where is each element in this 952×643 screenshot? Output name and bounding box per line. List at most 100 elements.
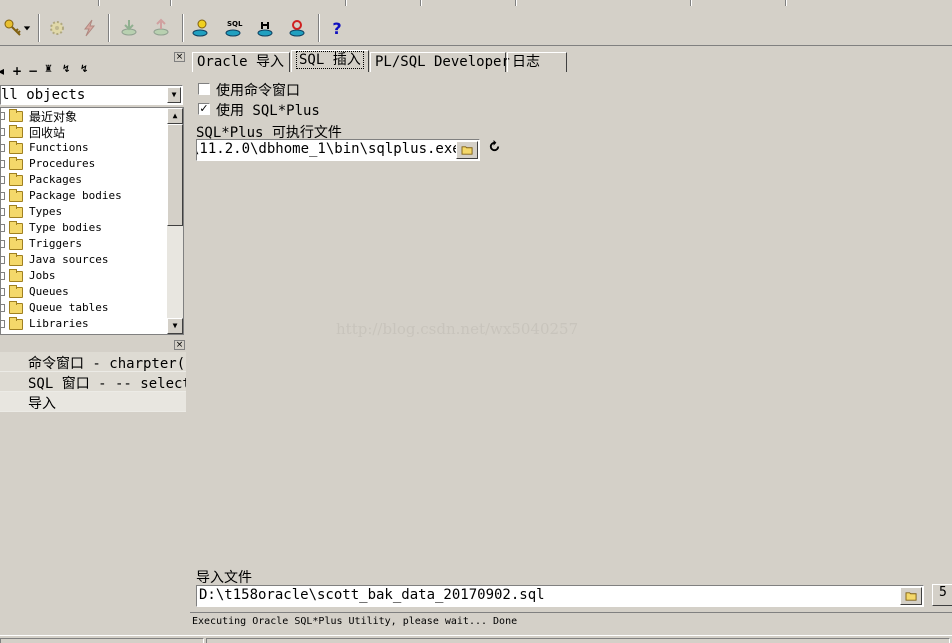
- expand-icon[interactable]: [1, 208, 5, 216]
- use-command-window-checkbox[interactable]: [198, 83, 210, 95]
- expand-icon[interactable]: [1, 192, 5, 200]
- user-icon[interactable]: [188, 15, 214, 41]
- window-list-item-label: 命令窗口 - charpter(: [28, 356, 186, 372]
- object-filter-value: ll objects: [1, 87, 86, 103]
- open-folder-icon[interactable]: [456, 141, 478, 159]
- import-file-field[interactable]: D:\t158oracle\scott_bak_data_20170902.sq…: [196, 585, 924, 607]
- object-browser-panel: × ◂ + − ♜ ↯ ↯ ll objects ▼ 最近对象回收站 Functi…: [0, 50, 186, 635]
- close-icon[interactable]: ×: [174, 52, 185, 62]
- find-icon[interactable]: ♜: [44, 64, 53, 75]
- tree-item[interactable]: Libraries: [1, 316, 169, 332]
- close-icon[interactable]: ×: [174, 340, 185, 350]
- import-tables-icon[interactable]: [116, 15, 142, 41]
- tree-item-label: Procedures: [29, 157, 96, 170]
- folder-icon: [9, 237, 23, 250]
- expand-icon[interactable]: [1, 304, 5, 312]
- tree-item[interactable]: Functions: [1, 140, 169, 156]
- use-sqlplus-label: 使用 SQL*Plus: [216, 103, 320, 119]
- folder-icon: [9, 157, 23, 170]
- expand-icon[interactable]: [1, 128, 5, 136]
- tab-sql-insert[interactable]: SQL 插入: [291, 50, 369, 72]
- tree-item-label: Package bodies: [29, 189, 122, 202]
- expand-icon[interactable]: [1, 144, 5, 152]
- expand-icon[interactable]: [1, 160, 5, 168]
- tree-item-label: Queue tables: [29, 301, 109, 314]
- folder-icon: [9, 317, 23, 330]
- folder-icon: [9, 141, 23, 154]
- filter-icon[interactable]: ↯: [62, 64, 70, 75]
- expand-icon[interactable]: [1, 288, 5, 296]
- scroll-thumb[interactable]: [167, 124, 183, 226]
- tree-item-label: Type bodies: [29, 221, 102, 234]
- tree-item[interactable]: Package bodies: [1, 188, 169, 204]
- use-sqlplus-checkbox[interactable]: ✓: [198, 103, 210, 115]
- sqlplus-exe-field[interactable]: \11.2.0\dbhome_1\bin\sqlplus.exe: [196, 139, 480, 161]
- status-text: Executing Oracle SQL*Plus Utility, pleas…: [190, 612, 952, 630]
- use-command-window-label: 使用命令窗口: [216, 83, 300, 99]
- tree-item-label: Libraries: [29, 317, 89, 330]
- import-file-value: D:\t158oracle\scott_bak_data_20170902.sq…: [199, 587, 545, 603]
- import-panel: Oracle 导入 SQL 插入 PL/SQL Developer 日志 使用命…: [190, 50, 952, 635]
- expand-icon[interactable]: [1, 176, 5, 184]
- tree-item[interactable]: 最近对象: [1, 108, 169, 124]
- tab-plsql-developer[interactable]: PL/SQL Developer: [370, 52, 510, 72]
- expand-icon[interactable]: [1, 256, 5, 264]
- gear-icon[interactable]: [44, 15, 70, 41]
- tree-item-label: Jobs: [29, 269, 56, 282]
- tree-item-label: Functions: [29, 141, 89, 154]
- folder-icon: [9, 221, 23, 234]
- export-tables-icon[interactable]: [148, 15, 174, 41]
- db-refresh-icon[interactable]: [284, 15, 310, 41]
- remove-icon[interactable]: −: [28, 64, 38, 78]
- tree-item-label: Java sources: [29, 253, 109, 266]
- object-filter-select[interactable]: ll objects ▼: [0, 85, 183, 105]
- tab-label: 日志: [512, 54, 540, 70]
- tree-item[interactable]: Queue tables: [1, 300, 169, 316]
- tab-label: PL/SQL Developer: [375, 54, 510, 70]
- folder-icon: [9, 285, 23, 298]
- sql-db-icon[interactable]: SQL: [220, 15, 246, 41]
- open-folder-icon[interactable]: [900, 587, 922, 605]
- tree-item[interactable]: Queues: [1, 284, 169, 300]
- add-icon[interactable]: +: [12, 64, 22, 78]
- expand-icon[interactable]: [1, 224, 5, 232]
- folder-icon: [9, 109, 23, 122]
- expand-icon[interactable]: [1, 112, 5, 120]
- scroll-up-icon[interactable]: ▲: [167, 108, 183, 124]
- help-icon[interactable]: ?: [324, 15, 350, 41]
- tab-log[interactable]: 日志: [507, 52, 567, 72]
- tree-item[interactable]: 回收站: [1, 124, 169, 140]
- window-list-item[interactable]: 命令窗口 - charpter(: [0, 352, 186, 372]
- expand-icon[interactable]: [1, 272, 5, 280]
- import-button[interactable]: 5: [932, 584, 952, 606]
- window-list-item[interactable]: SQL 窗口 - -- select: [0, 372, 186, 392]
- tree-scrollbar[interactable]: ▲ ▼: [167, 108, 183, 334]
- tree-item[interactable]: Jobs: [1, 268, 169, 284]
- chevron-down-icon[interactable]: ▼: [167, 87, 181, 103]
- tree-item-label: Queues: [29, 285, 69, 298]
- tree-item[interactable]: Packages: [1, 172, 169, 188]
- arrow-icon[interactable]: ◂: [0, 64, 4, 78]
- window-list-item[interactable]: 导入: [0, 392, 186, 412]
- reload-icon[interactable]: [488, 140, 502, 156]
- tree-item[interactable]: Types: [1, 204, 169, 220]
- tab-oracle-import[interactable]: Oracle 导入: [192, 52, 290, 72]
- lightning-icon[interactable]: [76, 15, 102, 41]
- tree-item[interactable]: Java sources: [1, 252, 169, 268]
- tree-item[interactable]: Procedures: [1, 156, 169, 172]
- main-toolbar: SQL ?: [0, 0, 952, 46]
- db-connect-icon[interactable]: [252, 15, 278, 41]
- expand-icon[interactable]: [1, 320, 5, 328]
- sqlplus-exe-value: \11.2.0\dbhome_1\bin\sqlplus.exe: [196, 141, 461, 157]
- folder-icon: [9, 269, 23, 282]
- tree-item[interactable]: Type bodies: [1, 220, 169, 236]
- dropdown-arrow-icon[interactable]: [20, 15, 34, 41]
- expand-icon[interactable]: [1, 240, 5, 248]
- scroll-down-icon[interactable]: ▼: [167, 318, 183, 334]
- status-bar: [0, 635, 952, 643]
- tree-item-label: Types: [29, 205, 63, 218]
- folder-icon: [9, 125, 23, 138]
- tree-item[interactable]: Triggers: [1, 236, 169, 252]
- filter-edit-icon[interactable]: ↯: [80, 64, 88, 75]
- tree-item-label: 回收站: [29, 126, 66, 140]
